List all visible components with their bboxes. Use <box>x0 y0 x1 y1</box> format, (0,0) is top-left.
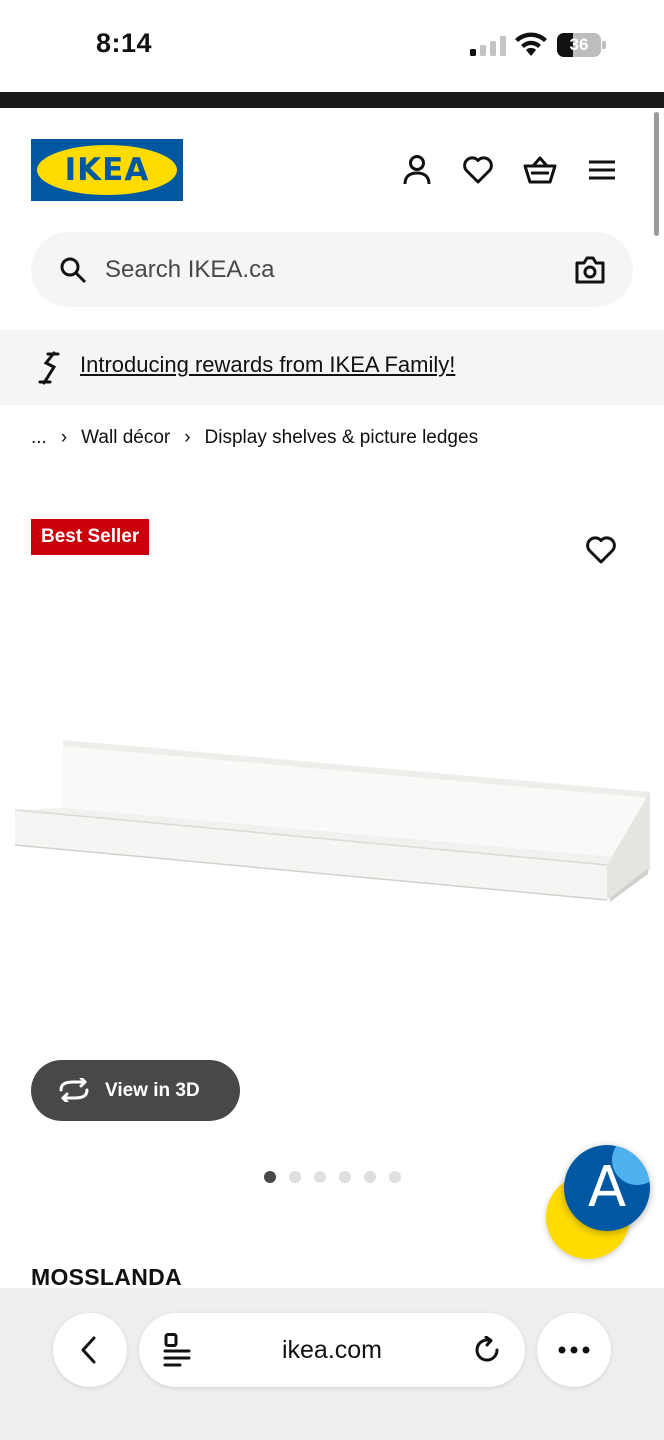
search-bar[interactable] <box>31 232 633 307</box>
cellular-signal-icon <box>470 36 506 56</box>
rewards-link[interactable]: Introducing rewards from IKEA Family! <box>80 352 455 378</box>
heart-icon[interactable] <box>460 152 496 188</box>
best-seller-badge: Best Seller <box>31 519 150 555</box>
view-in-3d-button[interactable]: View in 3D <box>31 1060 240 1121</box>
favorite-heart-icon[interactable] <box>585 535 617 565</box>
breadcrumb-display-shelves[interactable]: Display shelves & picture ledges <box>205 427 479 449</box>
product-name: MOSSLANDA <box>31 1264 182 1290</box>
logo-text: IKEA <box>64 152 150 188</box>
carousel-dot[interactable] <box>364 1171 376 1183</box>
camera-search-icon[interactable] <box>574 255 606 285</box>
wifi-icon <box>515 32 547 56</box>
reload-icon[interactable] <box>473 1336 501 1364</box>
carousel-dot[interactable] <box>264 1171 276 1183</box>
carousel-dot[interactable] <box>389 1171 401 1183</box>
status-time: 8:14 <box>96 28 153 58</box>
carousel-dot[interactable] <box>289 1171 301 1183</box>
rotate-3d-icon <box>59 1078 89 1102</box>
more-options-button[interactable] <box>537 1313 611 1387</box>
assistant-a-icon[interactable]: A <box>564 1145 650 1231</box>
search-input[interactable] <box>105 250 545 290</box>
url-text: ikea.com <box>281 1336 383 1364</box>
product-image[interactable] <box>10 730 660 910</box>
carousel-dot[interactable] <box>339 1171 351 1183</box>
search-icon[interactable] <box>59 256 87 284</box>
status-bar: 8:14 36 <box>0 0 664 92</box>
view-in-3d-label: View in 3D <box>105 1080 200 1101</box>
scroll-indicator[interactable] <box>654 112 659 236</box>
basket-icon[interactable] <box>522 152 558 188</box>
battery-icon: 36 <box>557 33 607 57</box>
chevron-right-icon: › <box>184 427 191 448</box>
image-carousel-dots <box>264 1171 414 1183</box>
chevron-left-icon <box>81 1336 96 1364</box>
chevron-right-icon: › <box>60 427 68 448</box>
battery-level: 36 <box>569 35 589 54</box>
menu-icon[interactable] <box>584 152 620 188</box>
link-chain-icon <box>38 351 60 385</box>
breadcrumb: ... › Wall décor › Display shelves & pic… <box>31 425 478 451</box>
breadcrumb-ellipsis[interactable]: ... <box>31 427 47 449</box>
account-icon[interactable] <box>399 152 435 188</box>
browser-top-strip <box>0 92 664 108</box>
more-dots-icon <box>558 1346 590 1354</box>
breadcrumb-wall-decor[interactable]: Wall décor <box>81 427 170 449</box>
ikea-logo[interactable]: IKEA ® <box>31 139 183 201</box>
back-button[interactable] <box>53 1313 127 1387</box>
promo-banner: Introducing rewards from IKEA Family! <box>0 330 664 405</box>
address-bar[interactable]: ikea.com <box>139 1313 525 1387</box>
carousel-dot[interactable] <box>314 1171 326 1183</box>
